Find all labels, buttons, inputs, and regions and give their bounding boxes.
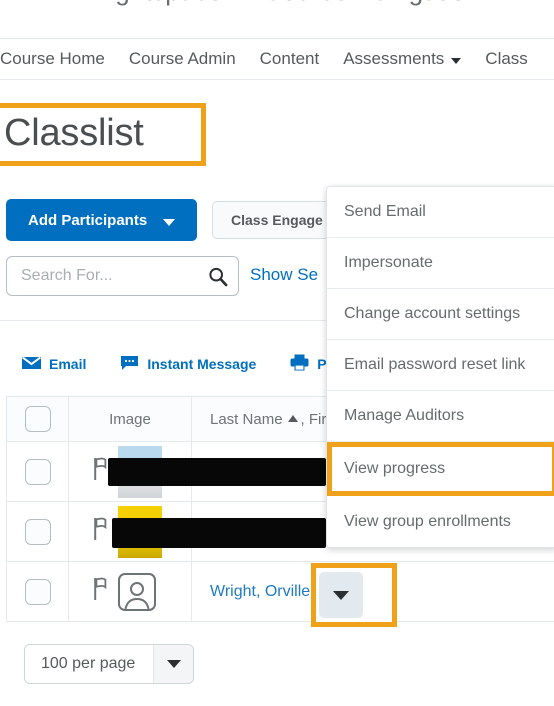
chevron-down-icon [333,590,349,600]
menu-item-label: Manage Auditors [344,407,465,424]
nav-label: Class [485,49,528,68]
column-header-last-name: Last Name [210,410,283,428]
search-box[interactable] [6,256,239,296]
email-action-label: Email [49,356,87,372]
column-header-image: Image [109,410,151,428]
nav-label: Assessments [343,49,445,68]
instant-message-action[interactable]: Instant Message [103,355,273,374]
add-participants-button[interactable]: Add Participants [6,199,198,241]
nav-item-class[interactable]: Class [473,49,540,69]
chevron-down-icon [163,218,176,226]
nav-item-assessments[interactable]: Assessments [331,49,473,69]
menu-item-label: Change account settings [344,305,521,322]
header-select-all-cell [7,397,69,441]
menu-item-label: Send Email [344,203,426,220]
class-engagement-button[interactable]: Class Engage [212,201,342,239]
chevron-down-icon [153,645,194,683]
nav-label: Content [259,49,320,68]
sort-ascending-icon [287,414,298,422]
chat-bubble-icon [120,355,139,374]
menu-item-change-account-settings[interactable]: Change account settings [327,289,554,340]
list-item-name[interactable]: Wright, Orville [210,583,310,601]
printer-icon [290,354,309,374]
flag-icon[interactable] [93,457,108,486]
flag-icon[interactable] [93,517,108,546]
menu-item-view-group-enrollments[interactable]: View group enrollments [327,496,554,547]
column-header-first-name: , Fir [300,410,327,428]
row-checkbox[interactable] [24,578,51,605]
redaction-bar [108,458,326,486]
page-title-region: Classlist [0,103,208,166]
search-icon[interactable] [202,260,234,292]
menu-item-label: View group enrollments [344,512,511,530]
row-checkbox[interactable] [24,458,51,485]
select-all-checkbox[interactable] [24,406,51,432]
course-navbar: Course Home Course Admin Content Assessm… [0,39,554,79]
avatar[interactable] [118,572,156,611]
nav-label: Course Admin [128,49,236,68]
flag-icon[interactable] [93,577,108,606]
page-header-cutoff-text: ▾ D2L Brightspace — Course Navigation [0,0,481,7]
row-checkbox[interactable] [24,518,51,545]
menu-item-send-email[interactable]: Send Email [327,187,554,238]
row-select-cell [7,442,69,501]
chevron-down-icon [451,58,462,64]
page-title: Classlist [4,112,144,154]
row-context-menu: Send Email Impersonate Change account se… [326,186,554,548]
envelope-icon [22,356,41,373]
page-header-strip: ▾ D2L Brightspace — Course Navigation [0,0,554,18]
show-search-options-link[interactable]: Show Se [250,265,318,285]
header-image-cell: Image [69,397,192,441]
navbar-divider [0,79,554,80]
menu-item-manage-auditors[interactable]: Manage Auditors [327,391,554,442]
class-engagement-label: Class Engage [231,212,323,228]
nav-item-course-home[interactable]: Course Home [0,49,117,69]
row-image-cell [69,562,192,621]
row-select-cell [7,562,69,621]
email-action[interactable]: Email [0,356,103,373]
instant-message-label: Instant Message [147,356,257,372]
menu-item-email-password-reset-link[interactable]: Email password reset link [327,340,554,391]
menu-item-view-progress[interactable]: View progress [327,442,554,496]
add-participants-label: Add Participants [28,211,148,229]
menu-item-label: View progress [344,460,446,477]
per-page-select[interactable]: 100 per page [24,644,195,684]
menu-item-label: Impersonate [344,254,433,271]
per-page-label: 100 per page [25,645,154,683]
menu-item-label: Email password reset link [344,356,526,373]
search-input[interactable] [7,257,187,295]
row-select-cell [7,502,69,561]
nav-item-course-admin[interactable]: Course Admin [117,49,248,69]
table-row: Wright, Orville [6,562,554,622]
menu-item-impersonate[interactable]: Impersonate [327,238,554,289]
nav-item-content[interactable]: Content [248,49,332,69]
row-context-menu-toggle[interactable] [319,572,363,618]
nav-label: Course Home [0,49,105,68]
redaction-bar [112,518,326,548]
